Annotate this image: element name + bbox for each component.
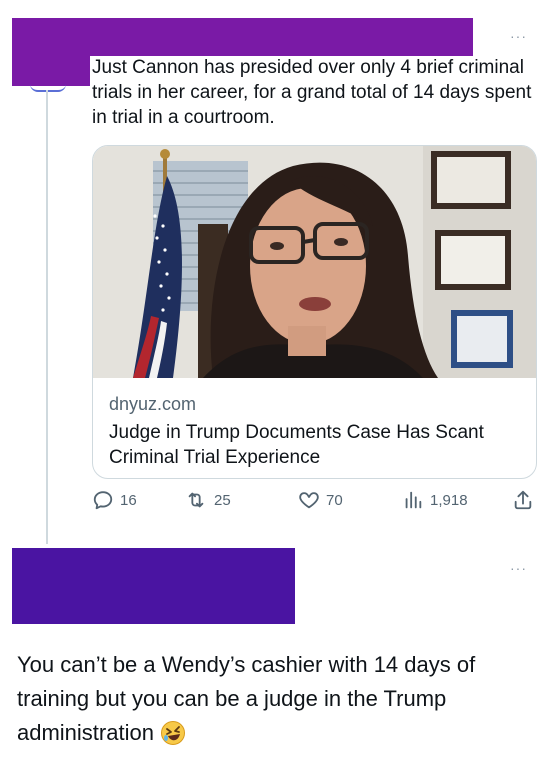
reply-more-options-button[interactable]: ··· — [510, 560, 527, 576]
share-icon — [514, 490, 532, 510]
avatar[interactable] — [30, 84, 66, 92]
views-icon — [405, 491, 422, 509]
reply-count: 16 — [120, 491, 137, 509]
card-image[interactable] — [93, 146, 536, 378]
reply-icon — [93, 491, 113, 510]
card-meta: dnyuz.com Judge in Trump Documents Case … — [109, 393, 489, 470]
like-button[interactable]: 70 — [298, 489, 343, 511]
reply-button[interactable]: 16 — [92, 489, 137, 511]
rofl-emoji-icon — [161, 721, 186, 745]
reply-text: You can’t be a Wendy’s cashier with 14 d… — [17, 648, 537, 750]
like-count: 70 — [326, 491, 343, 509]
retweet-count: 25 — [214, 491, 231, 509]
card-title[interactable]: Judge in Trump Documents Case Has Scant … — [109, 420, 489, 470]
views-count: 1,918 — [430, 491, 468, 509]
thread-line — [46, 90, 48, 544]
link-card[interactable]: dnyuz.com Judge in Trump Documents Case … — [92, 145, 537, 479]
share-button[interactable] — [512, 489, 534, 511]
retweet-icon — [188, 492, 204, 508]
redacted-reply-author — [12, 548, 295, 624]
redacted-avatar-top — [12, 56, 90, 86]
views-button[interactable]: 1,918 — [402, 489, 468, 511]
tweet-text: Just Cannon has presided over only 4 bri… — [92, 57, 532, 128]
card-domain: dnyuz.com — [109, 394, 197, 414]
action-bar: 16 25 70 1,918 — [92, 489, 537, 513]
more-options-button[interactable]: ··· — [510, 28, 527, 44]
reply-text-body: You can’t be a Wendy’s cashier with 14 d… — [17, 652, 476, 745]
redacted-username-top — [12, 18, 473, 56]
heart-icon — [299, 492, 319, 509]
retweet-button[interactable]: 25 — [184, 489, 231, 511]
card-photo — [93, 146, 536, 378]
